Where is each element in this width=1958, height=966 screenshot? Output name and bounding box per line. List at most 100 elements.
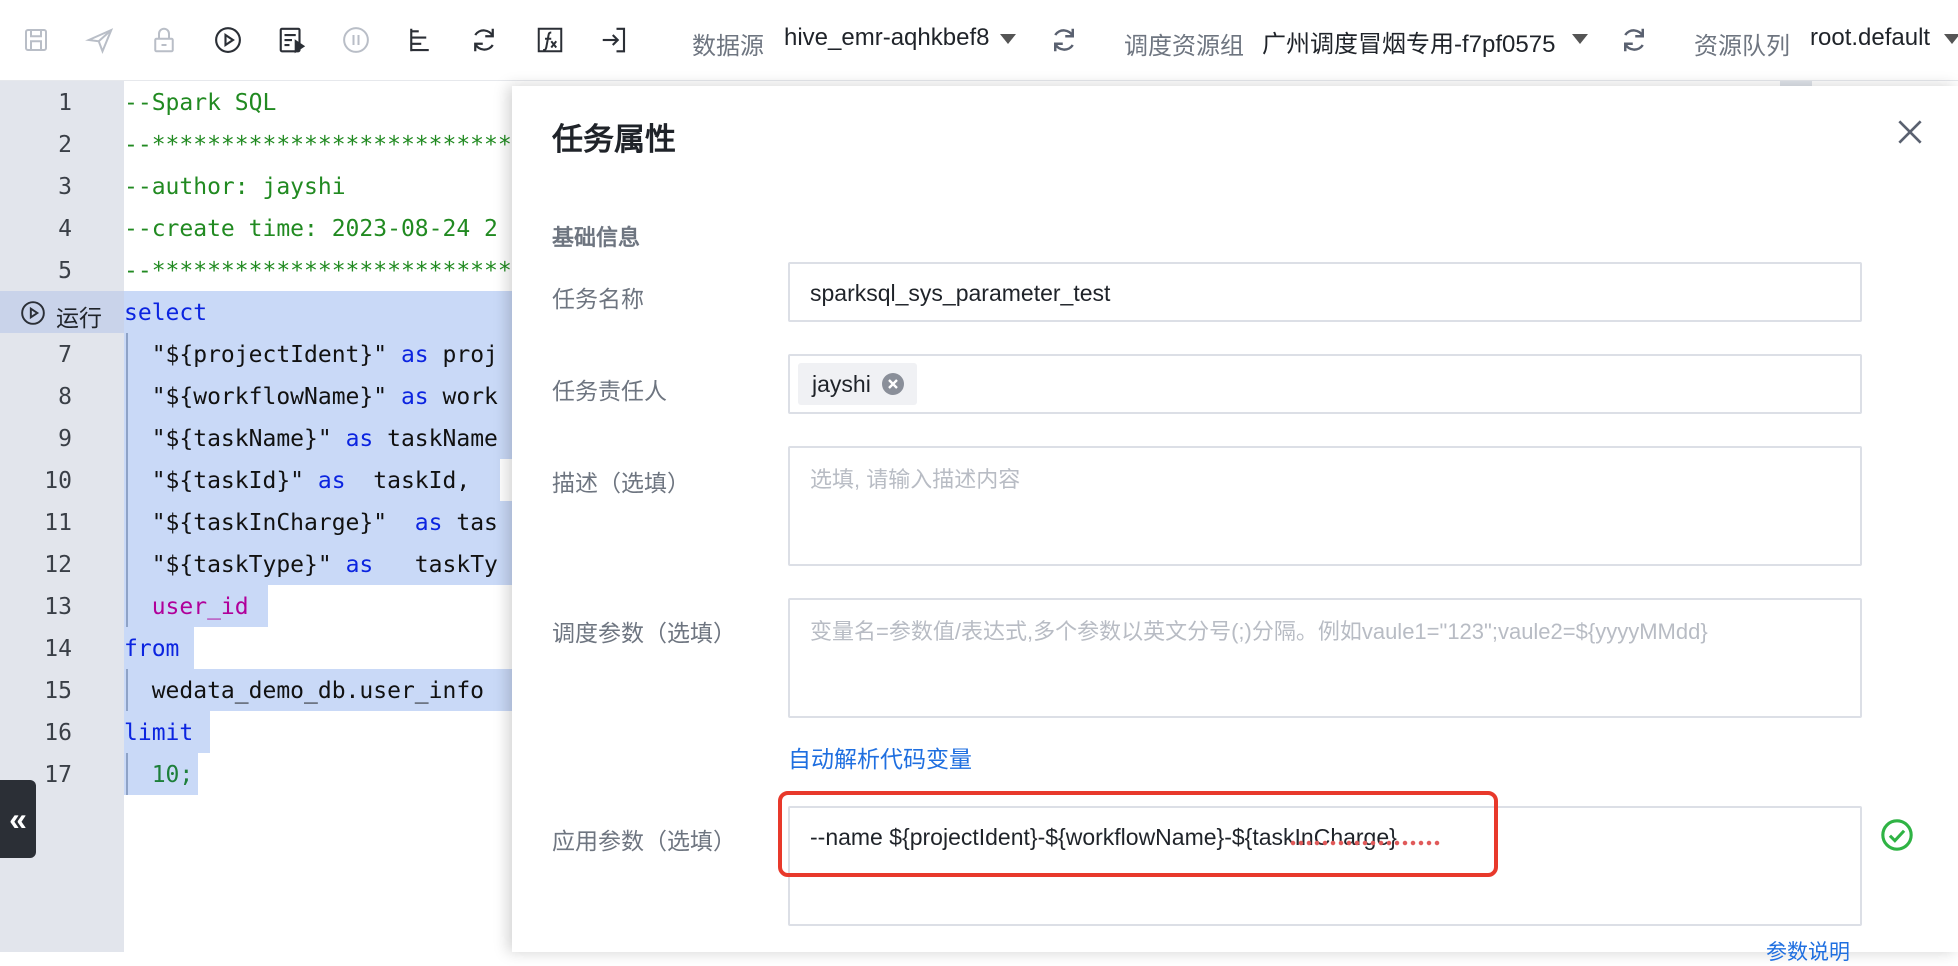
code-text: --Spark SQL <box>124 90 277 116</box>
code-keyword: as <box>331 426 388 452</box>
schedule-params-label: 调度参数（选填） <box>552 620 736 646</box>
code-line: 7 "${projectIdent}" as proj <box>0 333 520 375</box>
chevron-down-icon[interactable] <box>1944 34 1958 44</box>
app-params-label: 应用参数（选填） <box>552 828 736 854</box>
code-line: 17 10; <box>0 753 520 795</box>
task-name-label: 任务名称 <box>552 286 644 312</box>
save-icon[interactable] <box>18 22 54 58</box>
task-properties-drawer: 任务属性 基础信息 任务名称 sparksql_sys_parameter_te… <box>512 86 1958 964</box>
refresh-icon[interactable] <box>466 22 502 58</box>
code-line: 15 wedata_demo_db.user_info <box>0 669 520 711</box>
collapse-panel-button[interactable]: « <box>0 780 36 858</box>
remove-tag-icon[interactable] <box>881 372 905 396</box>
line-number: 4 <box>58 216 72 242</box>
line-number: 13 <box>44 594 72 620</box>
code-line: 11 "${taskInCharge}" as tas <box>0 501 520 543</box>
run-icon[interactable] <box>210 22 246 58</box>
queue-label: 资源队列 <box>1694 33 1790 60</box>
param-help-link[interactable]: 参数说明 <box>1766 936 1850 966</box>
code-string: "${taskType}" <box>124 552 332 578</box>
code-text: --author: jayshi <box>124 174 346 200</box>
indent-guide <box>126 669 128 711</box>
code-line: 16 limit <box>0 711 520 753</box>
line-number: 12 <box>44 552 72 578</box>
datasource-refresh-icon[interactable] <box>1046 22 1082 58</box>
line-number: 16 <box>44 720 72 746</box>
line-number: 7 <box>58 342 72 368</box>
code-keyword: as <box>387 510 457 536</box>
indent-guide <box>126 753 128 795</box>
datasource-select[interactable]: hive_emr-aqhkbef8 <box>784 24 989 52</box>
line-number: 5 <box>58 258 72 284</box>
close-icon[interactable] <box>1894 116 1926 148</box>
code-keyword: as <box>304 468 360 494</box>
line-number: 8 <box>58 384 72 410</box>
code-text: --create time: 2023-08-24 2 <box>124 216 498 242</box>
code-editor[interactable]: 1 --Spark SQL 2 --**********************… <box>0 81 581 952</box>
code-line: 4 --create time: 2023-08-24 2 <box>0 207 520 249</box>
code-identifier: tas <box>456 510 498 536</box>
line-number: 15 <box>44 678 72 704</box>
code-string: "${workflowName}" <box>124 384 388 410</box>
resource-group-refresh-icon[interactable] <box>1616 22 1652 58</box>
indent-guide <box>126 333 128 627</box>
line-number: 1 <box>58 90 72 116</box>
code-identifier: taskName <box>387 426 498 452</box>
datasource-label: 数据源 <box>692 33 764 60</box>
queue-select[interactable]: root.default <box>1810 24 1930 52</box>
task-name-input[interactable]: sparksql_sys_parameter_test <box>788 262 1862 322</box>
stop-icon[interactable] <box>338 22 374 58</box>
chevron-down-icon[interactable] <box>1000 34 1016 44</box>
code-line: 3 --author: jayshi <box>0 165 520 207</box>
toolbar: 数据源 hive_emr-aqhkbef8 调度资源组 广州调度冒烟专用-f7p… <box>0 0 1958 81</box>
code-string: "${taskName}" <box>124 426 332 452</box>
lock-icon[interactable] <box>146 22 182 58</box>
code-line: 14 from <box>0 627 520 669</box>
code-identifier: work <box>442 384 498 410</box>
code-line: 13 user_id <box>0 585 520 627</box>
code-text: 10; <box>124 762 194 788</box>
code-identifier: taskTy <box>387 552 498 578</box>
task-name-value: sparksql_sys_parameter_test <box>810 280 1111 306</box>
run-line-button[interactable]: 运行 <box>0 291 124 333</box>
double-chevron-left-icon: « <box>9 800 27 837</box>
owner-select[interactable]: jayshi <box>788 354 1862 414</box>
owner-label: 任务责任人 <box>552 378 667 404</box>
code-identifier: taskId, <box>359 468 471 494</box>
code-line: 9 "${taskName}" as taskName <box>0 417 520 459</box>
formula-icon[interactable] <box>532 22 568 58</box>
code-keyword: as <box>387 384 443 410</box>
highlight-annotation-box <box>778 791 1498 877</box>
owner-tag: jayshi <box>798 363 917 405</box>
owner-tag-label: jayshi <box>812 370 871 397</box>
line-number: 11 <box>44 510 72 536</box>
chevron-down-icon[interactable] <box>1572 34 1588 44</box>
code-line: 10 "${taskId}" as taskId, <box>0 459 520 501</box>
description-placeholder: 选填, 请输入描述内容 <box>810 467 1021 492</box>
code-line: 1 --Spark SQL <box>0 81 520 123</box>
publish-icon[interactable] <box>82 22 118 58</box>
code-string: "${taskId}" <box>124 468 305 494</box>
drawer-title: 任务属性 <box>552 122 676 157</box>
code-line: 2 --******************************* <box>0 123 581 165</box>
description-label: 描述（选填） <box>552 470 690 496</box>
schedule-params-placeholder: 变量名=参数值/表达式,多个参数以英文分号(;)分隔。例如vaule1="123… <box>810 619 1708 644</box>
exit-icon[interactable] <box>596 22 632 58</box>
section-title: 基础信息 <box>552 225 641 250</box>
line-number: 2 <box>58 132 72 158</box>
play-icon <box>21 301 45 325</box>
resource-group-label: 调度资源组 <box>1124 33 1244 60</box>
code-line: 8 "${workflowName}" as work <box>0 375 520 417</box>
description-textarea[interactable]: 选填, 请输入描述内容 <box>788 446 1862 566</box>
line-number: 9 <box>58 426 72 452</box>
schedule-params-textarea[interactable]: 变量名=参数值/表达式,多个参数以英文分号(;)分隔。例如vaule1="123… <box>788 598 1862 718</box>
auto-parse-variables-link[interactable]: 自动解析代码变量 <box>788 740 972 774</box>
format-icon[interactable] <box>402 22 438 58</box>
code-text: select <box>124 300 208 326</box>
code-string: "${projectIdent}" <box>124 342 388 368</box>
code-text: from <box>124 636 180 662</box>
run-selected-icon[interactable] <box>274 22 310 58</box>
code-line: 运行 select <box>0 291 520 333</box>
resource-group-select[interactable]: 广州调度冒烟专用-f7pf0575 <box>1262 24 1555 59</box>
line-number: 10 <box>44 468 72 494</box>
